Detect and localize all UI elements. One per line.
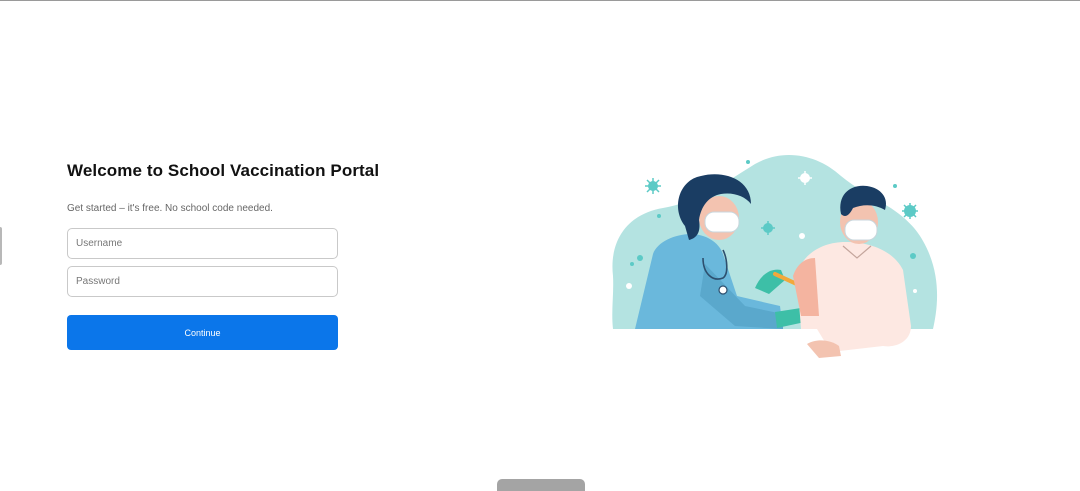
- password-input[interactable]: [67, 266, 338, 297]
- vaccination-illustration: [612, 154, 938, 358]
- nurse-mask: [704, 211, 740, 233]
- continue-button[interactable]: Continue: [67, 315, 338, 350]
- username-input[interactable]: [67, 228, 338, 259]
- login-page: Welcome to School Vaccination Portal Get…: [0, 0, 1080, 491]
- stethoscope-bell: [718, 285, 728, 295]
- login-form: Welcome to School Vaccination Portal Get…: [67, 161, 387, 350]
- page-subtitle: Get started – it's free. No school code …: [67, 203, 273, 214]
- side-panel-handle[interactable]: [0, 227, 2, 265]
- page-title: Welcome to School Vaccination Portal: [67, 161, 380, 180]
- bottom-drawer-handle[interactable]: [497, 479, 585, 491]
- patient-mask: [844, 219, 878, 241]
